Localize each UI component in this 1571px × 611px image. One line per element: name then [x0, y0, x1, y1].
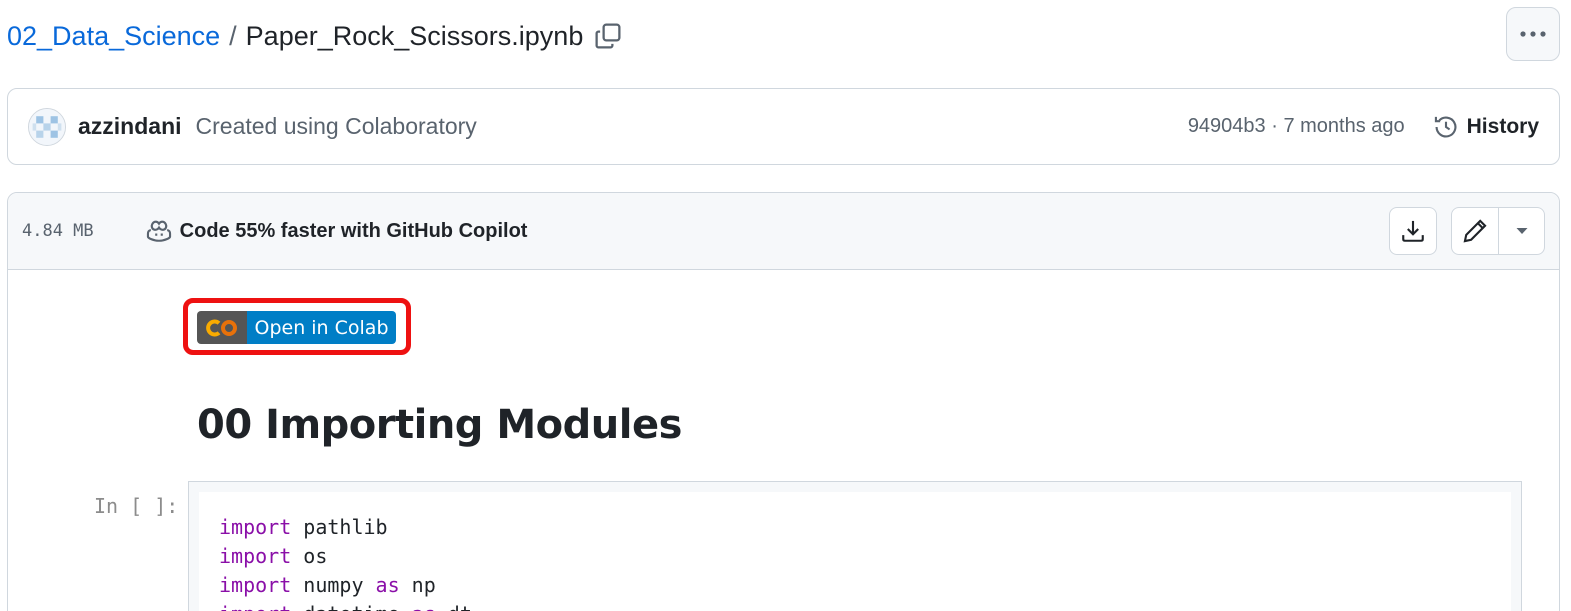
commit-hash-and-time[interactable]: 94904b3 · 7 months ago	[1188, 115, 1405, 138]
commit-message[interactable]: Created using Colaboratory	[196, 113, 477, 140]
code-block: import pathlib import os import numpy as n…	[219, 513, 472, 611]
avatar[interactable]	[28, 107, 66, 146]
kebab-menu-icon	[1520, 31, 1546, 37]
more-options-button[interactable]	[1506, 7, 1560, 61]
caret-down-icon	[1516, 228, 1527, 234]
code-line: import pathlib	[219, 515, 388, 539]
copilot-icon	[146, 220, 171, 242]
breadcrumb-folder-link[interactable]: 02_Data_Science	[7, 21, 220, 52]
pencil-icon	[1463, 219, 1487, 243]
open-in-colab-badge[interactable]: Open in Colab	[197, 311, 396, 344]
open-in-colab-label: Open in Colab	[247, 311, 396, 344]
copy-path-icon[interactable]	[593, 21, 623, 51]
code-line: import numpy as np	[219, 573, 436, 597]
code-cell: import pathlib import os import numpy as n…	[188, 481, 1522, 611]
history-icon	[1434, 116, 1457, 137]
latest-commit-bar: azzindani Created using Colaboratory 949…	[7, 88, 1560, 165]
breadcrumb-separator: /	[229, 20, 237, 51]
cell-prompt: In [ ]:	[94, 494, 179, 518]
file-header: 4.84 MB Code 55% faster with GitHub Copi…	[8, 193, 1559, 270]
history-label: History	[1466, 114, 1539, 138]
history-button[interactable]: History	[1433, 114, 1539, 140]
breadcrumb: 02_Data_Science / Paper_Rock_Scissors.ip…	[7, 14, 623, 58]
edit-options-dropdown[interactable]	[1498, 208, 1544, 254]
download-icon	[1402, 220, 1424, 242]
breadcrumb-filename: Paper_Rock_Scissors.ipynb	[245, 20, 584, 51]
copilot-promo-text: Code 55% faster with GitHub Copilot	[179, 219, 528, 242]
code-line: import os	[219, 544, 328, 568]
colab-logo-icon	[197, 311, 247, 344]
copilot-promo-link[interactable]: Code 55% faster with GitHub Copilot	[146, 218, 528, 244]
code-line: import datetime as dt	[219, 600, 472, 611]
notebook-heading: 00 Importing Modules	[197, 402, 682, 448]
commit-author-link[interactable]: azzindani	[78, 113, 182, 140]
edit-button-group	[1451, 207, 1545, 255]
edit-file-button[interactable]	[1452, 208, 1498, 254]
file-size: 4.84 MB	[22, 221, 94, 241]
download-raw-button[interactable]	[1389, 207, 1437, 255]
code-cell-input: import pathlib import os import numpy as n…	[199, 492, 1511, 611]
